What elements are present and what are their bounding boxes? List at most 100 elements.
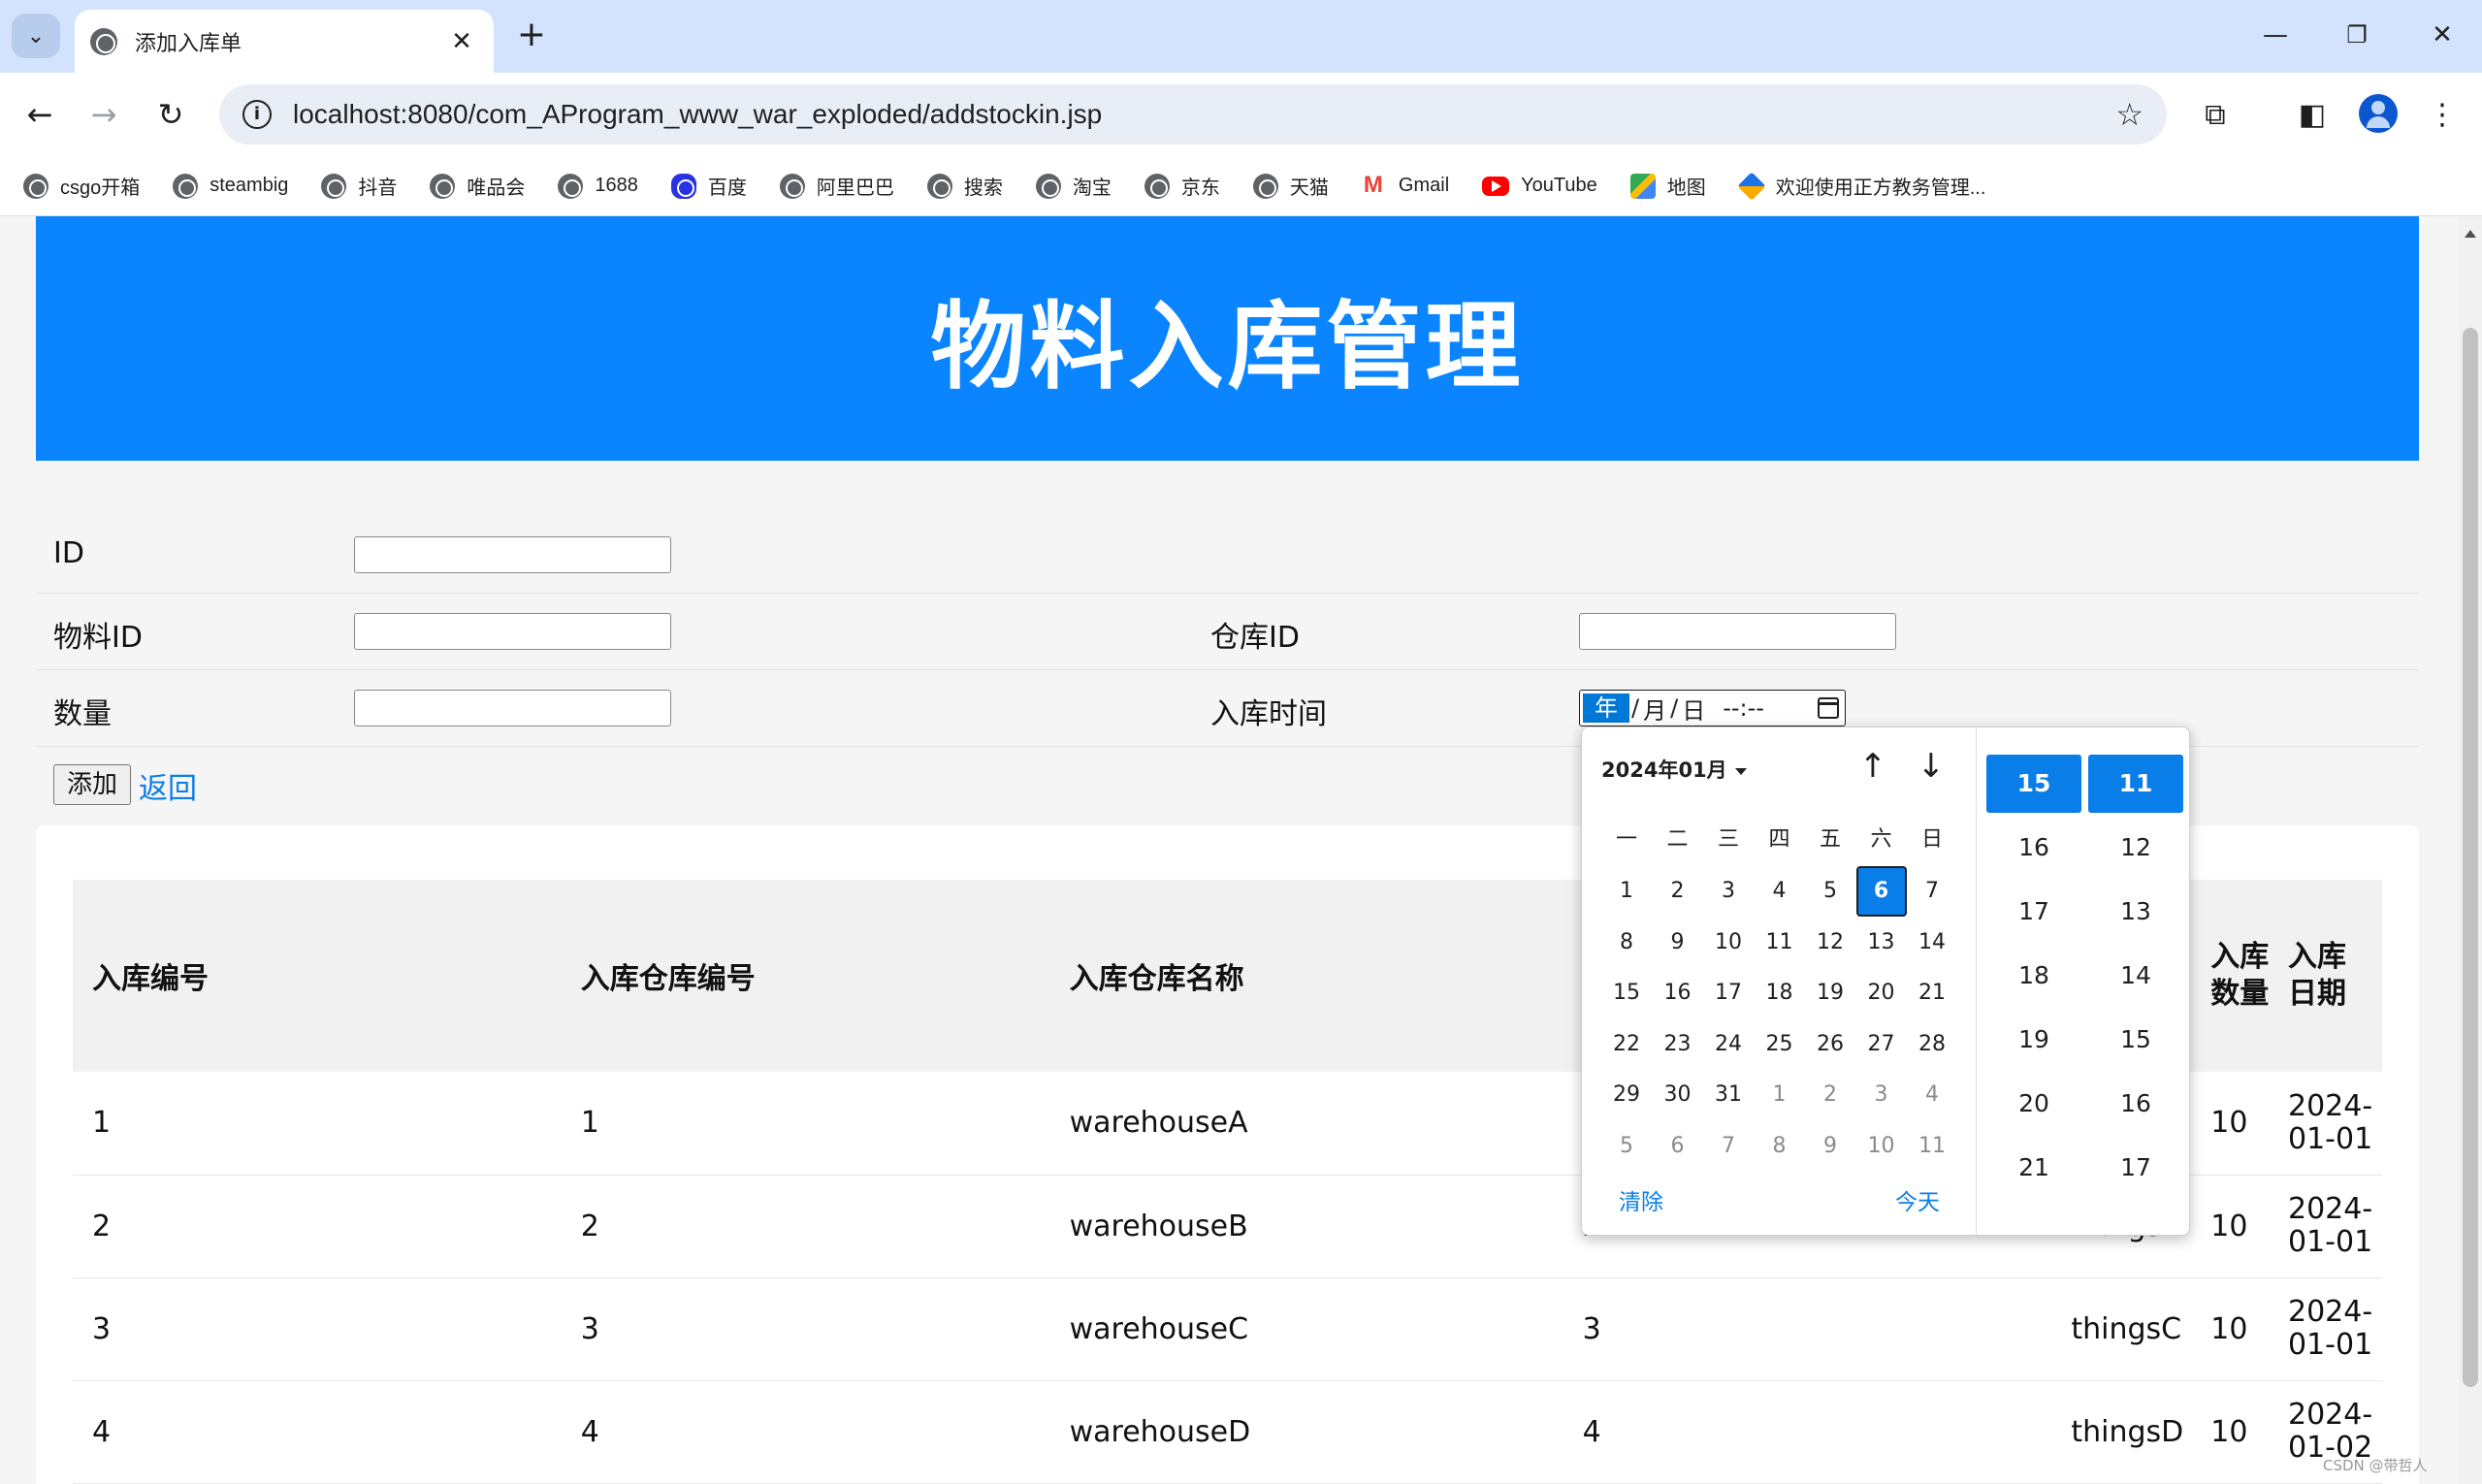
calendar-day[interactable]: 16 (1653, 968, 1703, 1018)
menu-dots-icon[interactable]: ⋮ (2421, 94, 2464, 137)
calendar-day[interactable]: 17 (1703, 968, 1754, 1018)
clear-link[interactable]: 清除 (1619, 1183, 1663, 1216)
warehouse-id-input[interactable] (1579, 613, 1896, 650)
back-link[interactable]: 返回 (139, 764, 197, 807)
calendar-day[interactable]: 7 (1907, 866, 1957, 917)
calendar-day[interactable]: 3 (1856, 1070, 1907, 1120)
url-text[interactable]: localhost:8080/com_AProgram_www_war_expl… (293, 99, 2115, 130)
calendar-day[interactable]: 23 (1653, 1019, 1703, 1070)
calendar-day[interactable]: 5 (1601, 1121, 1652, 1172)
date-time-segment[interactable]: --:-- (1721, 694, 1766, 722)
calendar-day[interactable]: 6 (1855, 866, 1907, 917)
calendar-day[interactable]: 2 (1805, 1070, 1855, 1120)
restore-button[interactable]: ❐ (2328, 16, 2386, 54)
reload-icon[interactable]: ↻ (150, 94, 191, 135)
bookmark-item[interactable]: 阿里巴巴 (779, 172, 894, 200)
calendar-day[interactable]: 8 (1601, 918, 1652, 968)
forward-icon[interactable]: → (83, 94, 124, 135)
calendar-day[interactable]: 9 (1805, 1121, 1855, 1172)
bookmark-item[interactable]: 地图 (1629, 172, 1706, 200)
new-tab-button[interactable]: + (512, 16, 551, 54)
calendar-icon[interactable] (1818, 697, 1839, 719)
calendar-day[interactable]: 24 (1703, 1019, 1754, 1070)
calendar-day[interactable]: 12 (1805, 918, 1855, 968)
calendar-day[interactable]: 27 (1856, 1019, 1907, 1070)
minute-option[interactable]: 16 (2088, 1075, 2183, 1133)
calendar-day[interactable]: 9 (1653, 918, 1703, 968)
bookmark-item[interactable]: 京东 (1144, 172, 1220, 200)
calendar-day[interactable]: 10 (1856, 1121, 1907, 1172)
hour-option[interactable]: 17 (1986, 883, 2081, 941)
profile-avatar[interactable] (2359, 94, 2398, 133)
calendar-day[interactable]: 10 (1703, 918, 1754, 968)
calendar-day[interactable]: 28 (1907, 1019, 1957, 1070)
minute-option[interactable]: 12 (2088, 819, 2183, 877)
id-input[interactable] (354, 536, 671, 573)
site-info-icon[interactable]: i (242, 100, 272, 129)
bookmark-item[interactable]: Gmail (1362, 172, 1449, 199)
calendar-day[interactable]: 4 (1907, 1070, 1957, 1120)
calendar-day[interactable]: 31 (1703, 1070, 1754, 1120)
close-tab-icon[interactable]: ✕ (445, 27, 478, 56)
hour-option[interactable]: 15 (1986, 755, 2081, 813)
minute-option[interactable]: 17 (2088, 1139, 2183, 1197)
today-link[interactable]: 今天 (1895, 1183, 1940, 1216)
calendar-day[interactable]: 4 (1755, 866, 1805, 917)
calendar-day[interactable]: 21 (1907, 968, 1957, 1018)
calendar-day[interactable]: 13 (1856, 918, 1907, 968)
calendar-day[interactable]: 7 (1703, 1121, 1754, 1172)
next-month-arrow-icon[interactable]: ↓ (1912, 747, 1950, 786)
calendar-day[interactable]: 18 (1755, 968, 1805, 1018)
hour-option[interactable]: 19 (1986, 1011, 2081, 1069)
bookmark-item[interactable]: 百度 (670, 172, 747, 200)
bookmark-item[interactable]: steambig (173, 173, 288, 199)
calendar-day[interactable]: 22 (1601, 1019, 1652, 1070)
close-window-button[interactable]: ✕ (2413, 16, 2471, 54)
quantity-input[interactable] (354, 690, 671, 726)
bookmark-item[interactable]: 1688 (558, 173, 638, 199)
bookmark-item[interactable]: csgo开箱 (23, 172, 140, 200)
calendar-day[interactable]: 11 (1755, 918, 1805, 968)
hour-option[interactable]: 21 (1986, 1139, 2081, 1197)
browser-tab[interactable]: 添加入库单 ✕ (75, 10, 494, 73)
calendar-day[interactable]: 20 (1856, 968, 1907, 1018)
calendar-day[interactable]: 25 (1755, 1019, 1805, 1070)
month-year-selector[interactable]: 2024年01月 (1601, 755, 1747, 784)
tab-search-button[interactable]: ⌄ (12, 14, 60, 58)
scroll-up-icon[interactable] (2465, 230, 2476, 238)
calendar-day[interactable]: 30 (1653, 1070, 1703, 1120)
calendar-day[interactable]: 1 (1755, 1070, 1805, 1120)
bookmark-item[interactable]: 欢迎使用正方教务管理... (1737, 171, 1985, 201)
bookmark-item[interactable]: 抖音 (321, 172, 397, 200)
calendar-day[interactable]: 2 (1653, 866, 1703, 917)
date-year-segment[interactable]: 年 (1583, 694, 1629, 723)
minute-option[interactable]: 15 (2088, 1011, 2183, 1069)
bookmark-item[interactable]: 天猫 (1252, 172, 1329, 200)
extensions-icon[interactable]: ⧉ (2194, 94, 2237, 137)
minute-option[interactable]: 13 (2088, 883, 2183, 941)
calendar-day[interactable]: 6 (1653, 1121, 1703, 1172)
hour-option[interactable]: 18 (1986, 947, 2081, 1005)
date-day-segment[interactable]: 日 (1680, 692, 1707, 726)
bookmark-item[interactable]: YouTube (1482, 175, 1597, 197)
address-bar[interactable]: i localhost:8080/com_AProgram_www_war_ex… (219, 84, 2167, 145)
calendar-day[interactable]: 3 (1703, 866, 1754, 917)
calendar-day[interactable]: 19 (1805, 968, 1855, 1018)
hour-option[interactable]: 20 (1986, 1075, 2081, 1133)
material-id-input[interactable] (354, 613, 671, 650)
calendar-day[interactable]: 15 (1601, 968, 1652, 1018)
bookmark-item[interactable]: 唯品会 (430, 172, 525, 200)
minimize-button[interactable]: — (2246, 16, 2305, 54)
bookmark-star-icon[interactable]: ☆ (2115, 96, 2144, 133)
bookmark-item[interactable]: 搜索 (926, 172, 1003, 200)
bookmark-item[interactable]: 淘宝 (1035, 172, 1112, 200)
prev-month-arrow-icon[interactable]: ↑ (1853, 747, 1892, 786)
datetime-input[interactable]: 年 / 月 / 日 --:-- (1579, 690, 1846, 726)
calendar-day[interactable]: 1 (1601, 866, 1652, 917)
calendar-day[interactable]: 11 (1907, 1121, 1957, 1172)
scrollbar-thumb[interactable] (2463, 328, 2478, 1387)
hour-option[interactable]: 16 (1986, 819, 2081, 877)
calendar-day[interactable]: 29 (1601, 1070, 1652, 1120)
minute-option[interactable]: 14 (2088, 947, 2183, 1005)
calendar-day[interactable]: 14 (1907, 918, 1957, 968)
